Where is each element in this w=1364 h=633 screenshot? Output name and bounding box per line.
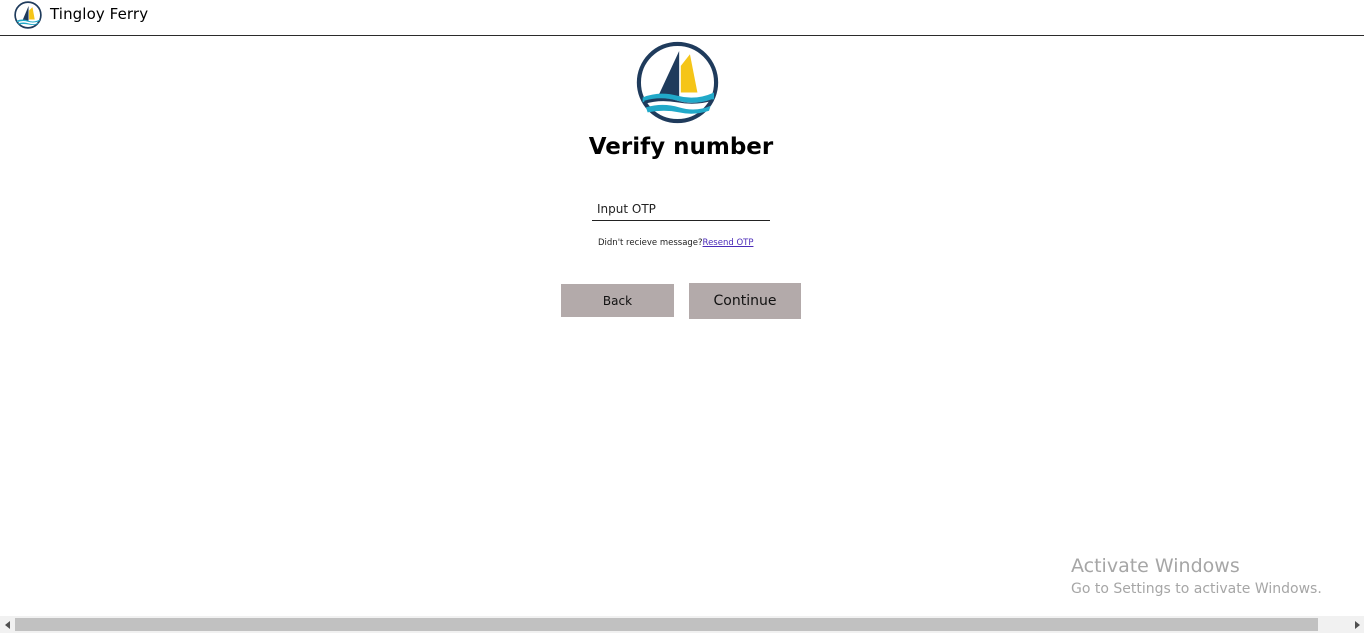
sailboat-logo-icon: [636, 41, 719, 124]
otp-input[interactable]: [592, 198, 770, 221]
app-header: Tingloy Ferry: [0, 0, 1364, 36]
scrollbar-thumb[interactable]: [15, 618, 1318, 631]
page-title: Verify number: [0, 134, 1364, 160]
scroll-right-arrow-icon[interactable]: [1349, 616, 1364, 633]
sailboat-logo-icon[interactable]: [14, 1, 42, 29]
resend-otp-link[interactable]: Resend OTP: [703, 238, 754, 248]
resend-prompt-line: Didn't recieve message?Resend OTP: [598, 238, 753, 248]
horizontal-scrollbar[interactable]: [0, 616, 1364, 633]
watermark-title: Activate Windows: [1071, 555, 1240, 577]
page-title-text: Verify number: [588, 134, 774, 160]
continue-button[interactable]: Continue: [689, 283, 801, 319]
app-title: Tingloy Ferry: [50, 5, 149, 23]
resend-prompt-text: Didn't recieve message?: [598, 238, 703, 248]
watermark-subtitle: Go to Settings to activate Windows.: [1071, 581, 1322, 597]
back-button[interactable]: Back: [561, 284, 674, 317]
scroll-left-arrow-icon[interactable]: [0, 616, 15, 633]
activate-windows-watermark: Activate Windows Go to Settings to activ…: [1071, 555, 1322, 599]
